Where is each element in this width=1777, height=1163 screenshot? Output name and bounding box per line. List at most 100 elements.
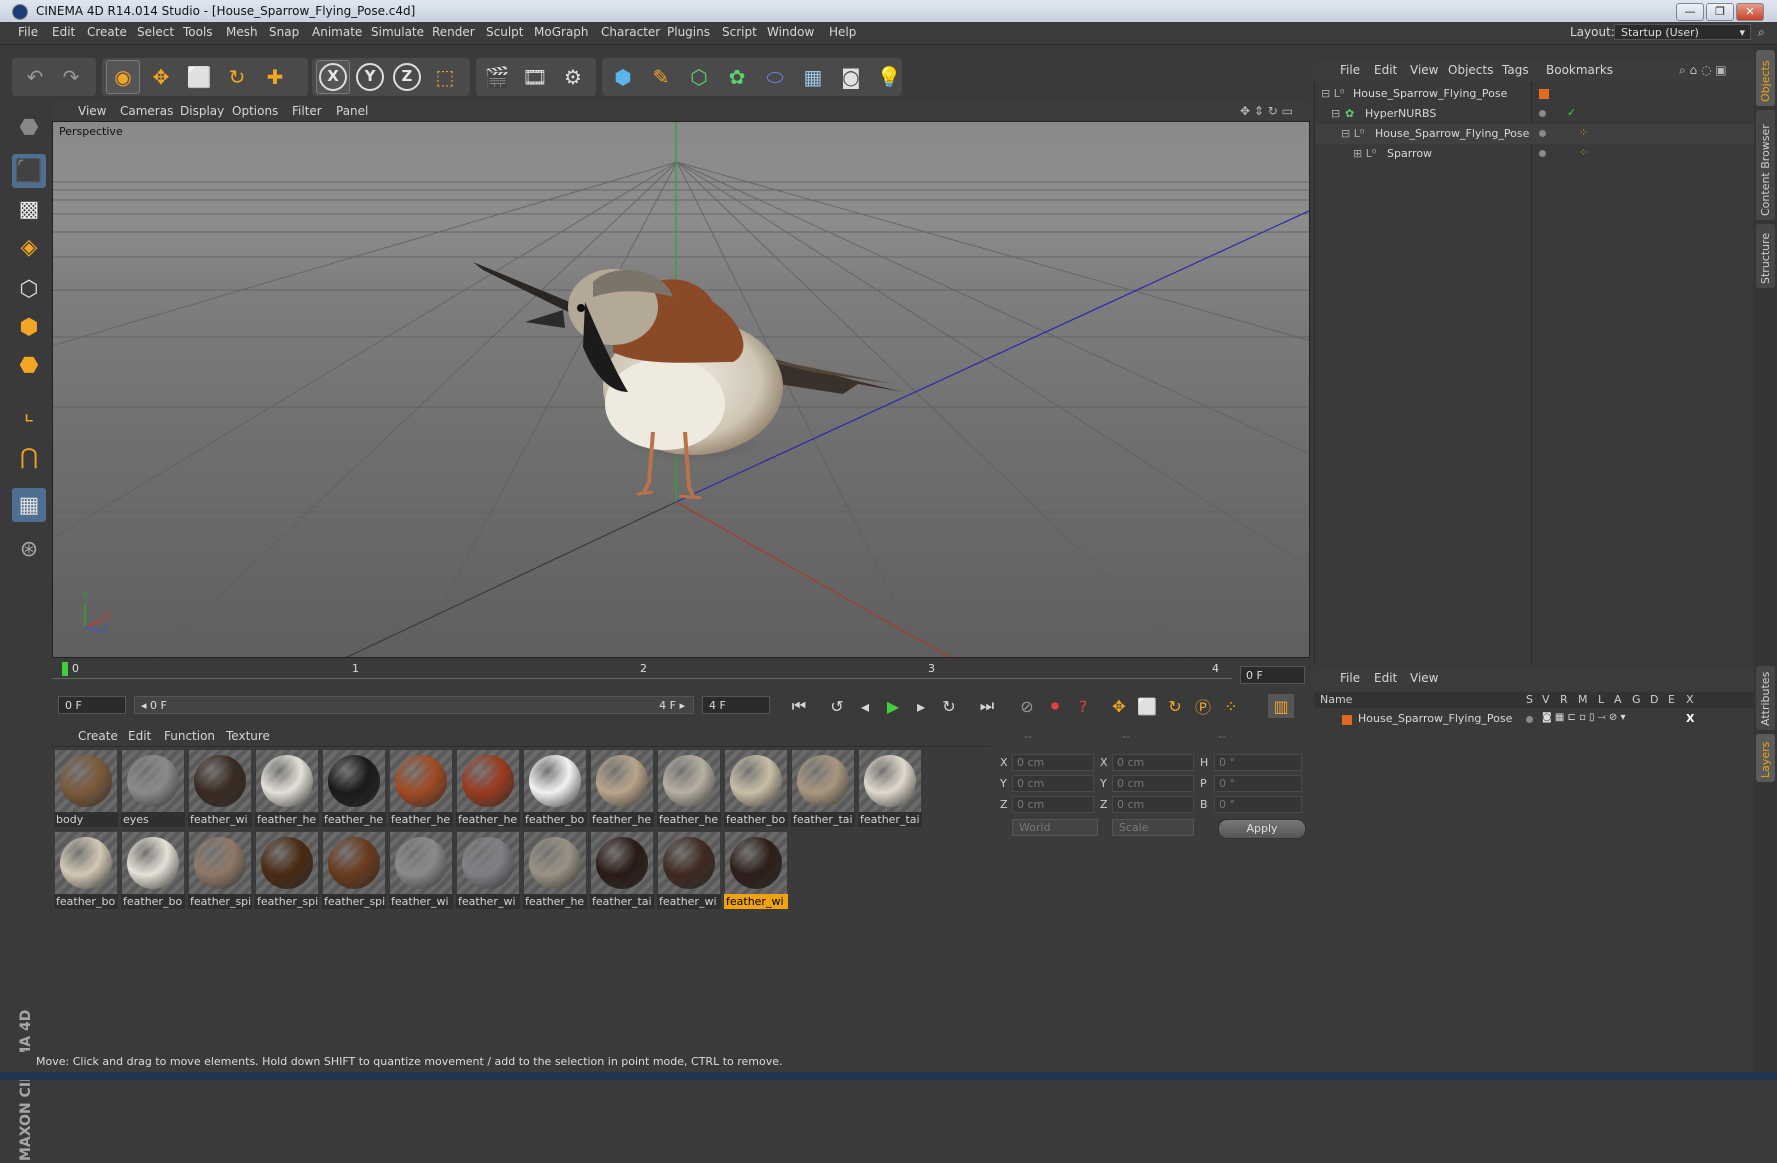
viewport-menu-view[interactable]: View [78,104,106,118]
playhead[interactable] [62,662,68,676]
sparrow-model[interactable] [473,262,903,500]
menu-sculpt[interactable]: Sculpt [486,25,523,39]
material-swatch[interactable]: feather_wi [724,831,788,911]
objects-menu-edit[interactable]: Edit [1374,63,1397,77]
model-mode-icon[interactable]: ⬛ [12,154,46,188]
coordinate-space-select[interactable]: World [1012,819,1098,836]
scale-icon[interactable]: ⬜ [182,60,216,94]
visibility-dot[interactable] [1539,150,1546,157]
workplane-lock-icon[interactable]: ⊛ [12,532,46,566]
object-row[interactable]: ⊟ L⁰ House_Sparrow_Flying_Pose ⁘ [1315,124,1755,144]
material-swatch[interactable]: feather_wi [456,831,520,911]
menu-edit[interactable]: Edit [52,25,75,39]
tab-layers[interactable]: Layers [1756,734,1775,782]
menu-file[interactable]: File [18,25,38,39]
objects-menu-objects[interactable]: Objects [1448,63,1493,77]
position-z-field[interactable]: 0 cm [1012,796,1094,813]
render-picture-viewer-icon[interactable]: 🎞 [518,60,552,94]
y-axis-lock-icon[interactable]: Y [353,60,387,94]
position-y-field[interactable]: 0 cm [1012,775,1094,792]
make-editable-icon[interactable]: ⬣ [12,110,46,144]
tab-objects[interactable]: Objects [1756,50,1775,106]
menu-create[interactable]: Create [87,25,127,39]
subdivision-surface-icon[interactable]: ⬡ [682,60,716,94]
current-frame-field[interactable]: 0 F [1240,666,1305,684]
points-mode-icon[interactable]: ⬡ [12,272,46,306]
play-icon[interactable]: ▶ [880,694,906,718]
visibility-dot[interactable] [1539,110,1546,117]
viewport-menu-display[interactable]: Display [180,104,224,118]
viewport-menu-cameras[interactable]: Cameras [120,104,173,118]
goto-end-icon[interactable]: ⏭ [974,694,1000,718]
material-swatch[interactable]: feather_wi [188,749,252,829]
collapse-icon[interactable]: ⊟ L⁰ [1321,87,1344,100]
objects-search-icon[interactable]: ⌕ ⌂ ◌ ▣ [1679,63,1727,78]
key-rotation-icon[interactable]: ↻ [1162,694,1188,718]
material-menu-create[interactable]: Create [78,729,118,743]
expand-icon[interactable]: ⊞ L⁰ [1353,147,1376,160]
material-swatch[interactable]: feather_tai [590,831,654,911]
menu-window[interactable]: Window [767,25,814,39]
material-swatch[interactable]: feather_he [456,749,520,829]
objects-menu-file[interactable]: File [1340,63,1360,77]
objects-menu-view[interactable]: View [1410,63,1438,77]
autokey-icon[interactable]: ⏺ [1042,694,1068,718]
material-swatch[interactable]: feather_bo [724,749,788,829]
material-swatch[interactable]: feather_bo [121,831,185,911]
edges-mode-icon[interactable]: ⬢ [12,310,46,344]
object-row[interactable]: ⊟ L⁰ House_Sparrow_Flying_Pose [1315,84,1755,104]
material-menu-texture[interactable]: Texture [226,729,270,743]
last-tool-icon[interactable]: ✚ [258,60,292,94]
goto-start-icon[interactable]: ⏮ [786,694,812,718]
rotation-p-field[interactable]: 0 ° [1214,775,1302,792]
size-x-field[interactable]: 0 cm [1112,754,1194,771]
z-axis-lock-icon[interactable]: Z [390,60,424,94]
next-key-icon[interactable]: ↻ [936,694,962,718]
layer-tag-icon[interactable]: ⁘ [1579,146,1588,159]
material-swatch[interactable]: feather_spi [255,831,319,911]
viewport-menu-options[interactable]: Options [232,104,278,118]
close-button[interactable]: ✕ [1736,3,1764,21]
visibility-dot[interactable] [1539,130,1546,137]
workplane-mode-icon[interactable]: ◈ [12,230,46,264]
layers-menu-edit[interactable]: Edit [1374,671,1397,685]
minimize-button[interactable]: — [1676,3,1704,21]
collapse-icon[interactable]: ⊟ [1331,107,1340,120]
collapse-icon[interactable]: ⊟ L⁰ [1341,127,1364,140]
prev-key-icon[interactable]: ↺ [824,694,850,718]
material-swatch[interactable]: feather_he [523,831,587,911]
material-swatch[interactable]: feather_bo [523,749,587,829]
key-pla-icon[interactable]: ⁘ [1218,694,1244,718]
objects-menu-bookmarks[interactable]: Bookmarks [1546,63,1613,77]
render-settings-icon[interactable]: ⚙ [556,60,590,94]
menu-mograph[interactable]: MoGraph [534,25,589,39]
start-frame-field[interactable]: 0 F [58,696,126,714]
rotate-icon[interactable]: ↻ [220,60,254,94]
texture-mode-icon[interactable]: ▩ [12,192,46,226]
camera-icon[interactable]: ◙ [834,60,868,94]
layer-x-icon[interactable]: X [1686,712,1694,725]
tab-structure[interactable]: Structure [1756,224,1775,288]
tab-attributes[interactable]: Attributes [1756,666,1775,730]
rotation-h-field[interactable]: 0 ° [1214,754,1302,771]
material-menu-function[interactable]: Function [164,729,215,743]
mograph-cloner-icon[interactable]: ✿ [720,60,754,94]
objects-menu-tags[interactable]: Tags [1502,63,1529,77]
layer-row[interactable]: House_Sparrow_Flying_Pose ◙ ▦ ⊏ ▫ ▯ ⤙ ⊘ … [1314,710,1754,730]
layer-solo-dot[interactable] [1526,716,1533,723]
material-swatch[interactable]: feather_spi [322,831,386,911]
rotation-b-field[interactable]: 0 ° [1214,796,1302,813]
menu-mesh[interactable]: Mesh [226,25,258,39]
keyframe-selection-icon[interactable]: ? [1070,694,1096,718]
menu-character[interactable]: Character [601,25,660,39]
material-swatch[interactable]: feather_tai [858,749,922,829]
coordinate-system-icon[interactable]: ⬚ [428,60,462,94]
apply-button[interactable]: Apply [1218,819,1306,839]
move-icon[interactable]: ✥ [144,60,178,94]
layers-menu-view[interactable]: View [1410,671,1438,685]
material-swatch[interactable]: feather_spi [188,831,252,911]
menu-tools[interactable]: Tools [183,25,213,39]
deformer-icon[interactable]: ⬭ [758,60,792,94]
grid-lock-icon[interactable]: ▦ [12,488,46,522]
menu-animate[interactable]: Animate [312,25,362,39]
